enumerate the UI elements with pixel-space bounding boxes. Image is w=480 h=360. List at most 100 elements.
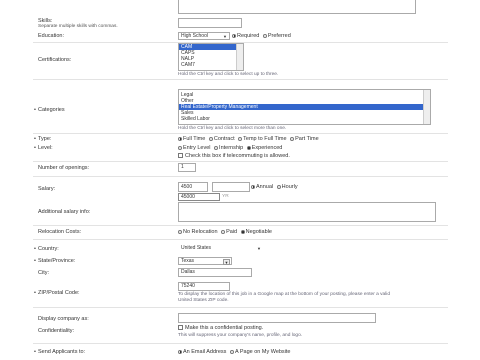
salary-annual-option[interactable]: Annual xyxy=(251,184,273,190)
state-label: State/Province: xyxy=(34,258,75,264)
additional-salary-textarea[interactable] xyxy=(178,202,436,222)
zip-hint-line1: To display the location of this job in a… xyxy=(178,292,390,297)
education-select[interactable]: High School ▼ xyxy=(178,32,230,40)
salary-input[interactable]: 4500 xyxy=(178,182,208,192)
radio-icon xyxy=(251,184,255,189)
zip-label: ZIP/Postal Code: xyxy=(34,290,80,296)
salary-suffix: YR xyxy=(222,194,229,199)
radio-icon xyxy=(238,136,243,141)
relocation-radio-group: No Relocation Paid Negotiable xyxy=(178,229,274,235)
salary-autocomplete-suggestion[interactable]: 45000 xyxy=(178,193,220,201)
radio-icon xyxy=(262,33,267,38)
type-full-time-option[interactable]: Full Time xyxy=(178,136,205,142)
radio-icon xyxy=(232,33,236,38)
type-temp-to-full-time-option[interactable]: Temp to Full Time xyxy=(238,136,287,142)
relocation-label: Relocation Costs: xyxy=(38,229,82,235)
openings-label: Number of openings: xyxy=(38,165,90,171)
chevron-down-icon: ▼ xyxy=(257,246,261,251)
confidentiality-checkbox[interactable] xyxy=(178,325,183,331)
type-radio-group: Full Time Contract Temp to Full Time Par… xyxy=(178,136,321,142)
country-label: Country: xyxy=(34,246,59,252)
radio-icon xyxy=(178,136,182,141)
radio-icon xyxy=(208,136,213,141)
radio-icon xyxy=(276,184,281,189)
confidentiality-checkbox-label: Make this a confidential posting. xyxy=(185,325,264,331)
telecommuting-row[interactable]: Check this box if telecommuting is allow… xyxy=(178,153,290,159)
telecommuting-label: Check this box if telecommuting is allow… xyxy=(185,153,290,159)
state-value: Texas xyxy=(181,258,195,264)
radio-icon xyxy=(178,145,182,150)
chevron-down-icon: ▼ xyxy=(223,259,230,265)
scrollbar[interactable] xyxy=(423,90,430,124)
certification-option[interactable]: CAM7 xyxy=(179,62,243,68)
level-entry-option[interactable]: Entry Level xyxy=(178,145,211,151)
send-applicants-radio-group: An Email Address A Page on My Website xyxy=(178,349,293,355)
radio-icon xyxy=(229,349,234,354)
telecommuting-checkbox[interactable] xyxy=(178,153,183,159)
send-to-website-option[interactable]: A Page on My Website xyxy=(229,349,291,355)
divider xyxy=(33,161,448,162)
education-required-option[interactable]: Required xyxy=(232,33,259,39)
level-internship-option[interactable]: Internship xyxy=(214,145,243,151)
radio-icon xyxy=(221,229,226,234)
state-select[interactable]: Texas ▼ xyxy=(178,257,232,265)
confidentiality-label: Confidentiality: xyxy=(38,328,75,334)
relocation-paid-option[interactable]: Paid xyxy=(221,229,237,235)
city-label: City: xyxy=(38,270,49,276)
divider xyxy=(33,79,448,80)
type-part-time-option[interactable]: Part Time xyxy=(290,136,319,142)
radio-icon xyxy=(246,145,251,150)
description-textarea[interactable] xyxy=(178,0,416,14)
divider xyxy=(33,343,448,344)
chevron-down-icon: ▼ xyxy=(223,34,227,39)
type-label: Type: xyxy=(34,136,52,142)
additional-salary-label: Additional salary info: xyxy=(38,209,91,215)
confidentiality-hint: This will suppress your company's name, … xyxy=(178,333,303,338)
categories-hint: Hold the Ctrl key and click to select mo… xyxy=(178,126,287,131)
education-preferred-option[interactable]: Preferred xyxy=(262,33,291,39)
education-value: High School xyxy=(181,33,208,39)
categories-listbox[interactable]: Legal Other Real Estate/Property Managem… xyxy=(178,89,431,125)
divider xyxy=(33,239,448,240)
categories-label: Categories xyxy=(34,107,65,113)
skills-input[interactable] xyxy=(178,18,242,28)
scrollbar[interactable] xyxy=(236,44,243,70)
openings-input[interactable]: 1 xyxy=(178,163,196,172)
relocation-negotiable-option[interactable]: Negotiable xyxy=(240,229,272,235)
confidentiality-row[interactable]: Make this a confidential posting. xyxy=(178,325,263,331)
salary-hourly-option[interactable]: Hourly xyxy=(276,184,298,190)
divider xyxy=(33,133,448,134)
divider xyxy=(33,307,448,308)
type-contract-option[interactable]: Contract xyxy=(208,136,235,142)
education-label: Education: xyxy=(38,33,64,39)
salary-input-secondary[interactable] xyxy=(212,182,250,192)
divider xyxy=(33,225,448,226)
zip-input[interactable]: 75240 xyxy=(178,282,230,291)
relocation-none-option[interactable]: No Relocation xyxy=(178,229,218,235)
display-company-input[interactable] xyxy=(178,313,376,323)
zip-hint-line2: United States ZIP code. xyxy=(178,298,229,303)
salary-radio-group: Annual Hourly xyxy=(251,184,300,190)
divider xyxy=(33,176,448,177)
level-radio-group: Entry Level Internship Experienced xyxy=(178,145,284,151)
education-radio-group: Required Preferred xyxy=(232,33,293,39)
country-select[interactable]: United States ▼ xyxy=(178,244,264,252)
country-value: United States xyxy=(181,245,212,251)
salary-label: Salary: xyxy=(38,186,56,192)
display-company-label: Display company as: xyxy=(38,316,89,322)
city-input[interactable]: Dallas xyxy=(178,268,252,277)
radio-icon xyxy=(178,349,182,354)
level-experienced-option[interactable]: Experienced xyxy=(246,145,282,151)
radio-icon xyxy=(178,229,182,234)
certifications-hint: Hold the Ctrl key and click to select up… xyxy=(178,72,279,77)
skills-hint: Separate multiple skills with commas. xyxy=(38,24,118,29)
category-option[interactable]: Skilled Labor xyxy=(179,116,430,122)
radio-icon xyxy=(214,145,219,150)
send-applicants-label: Send Applicants to: xyxy=(34,349,85,355)
level-label: Level: xyxy=(34,145,53,151)
radio-icon xyxy=(240,229,245,234)
certifications-listbox[interactable]: CAM CAPS NALP CAM7 xyxy=(178,43,244,71)
radio-icon xyxy=(290,136,295,141)
certifications-label: Certifications: xyxy=(38,57,72,63)
send-to-email-option[interactable]: An Email Address xyxy=(178,349,226,355)
